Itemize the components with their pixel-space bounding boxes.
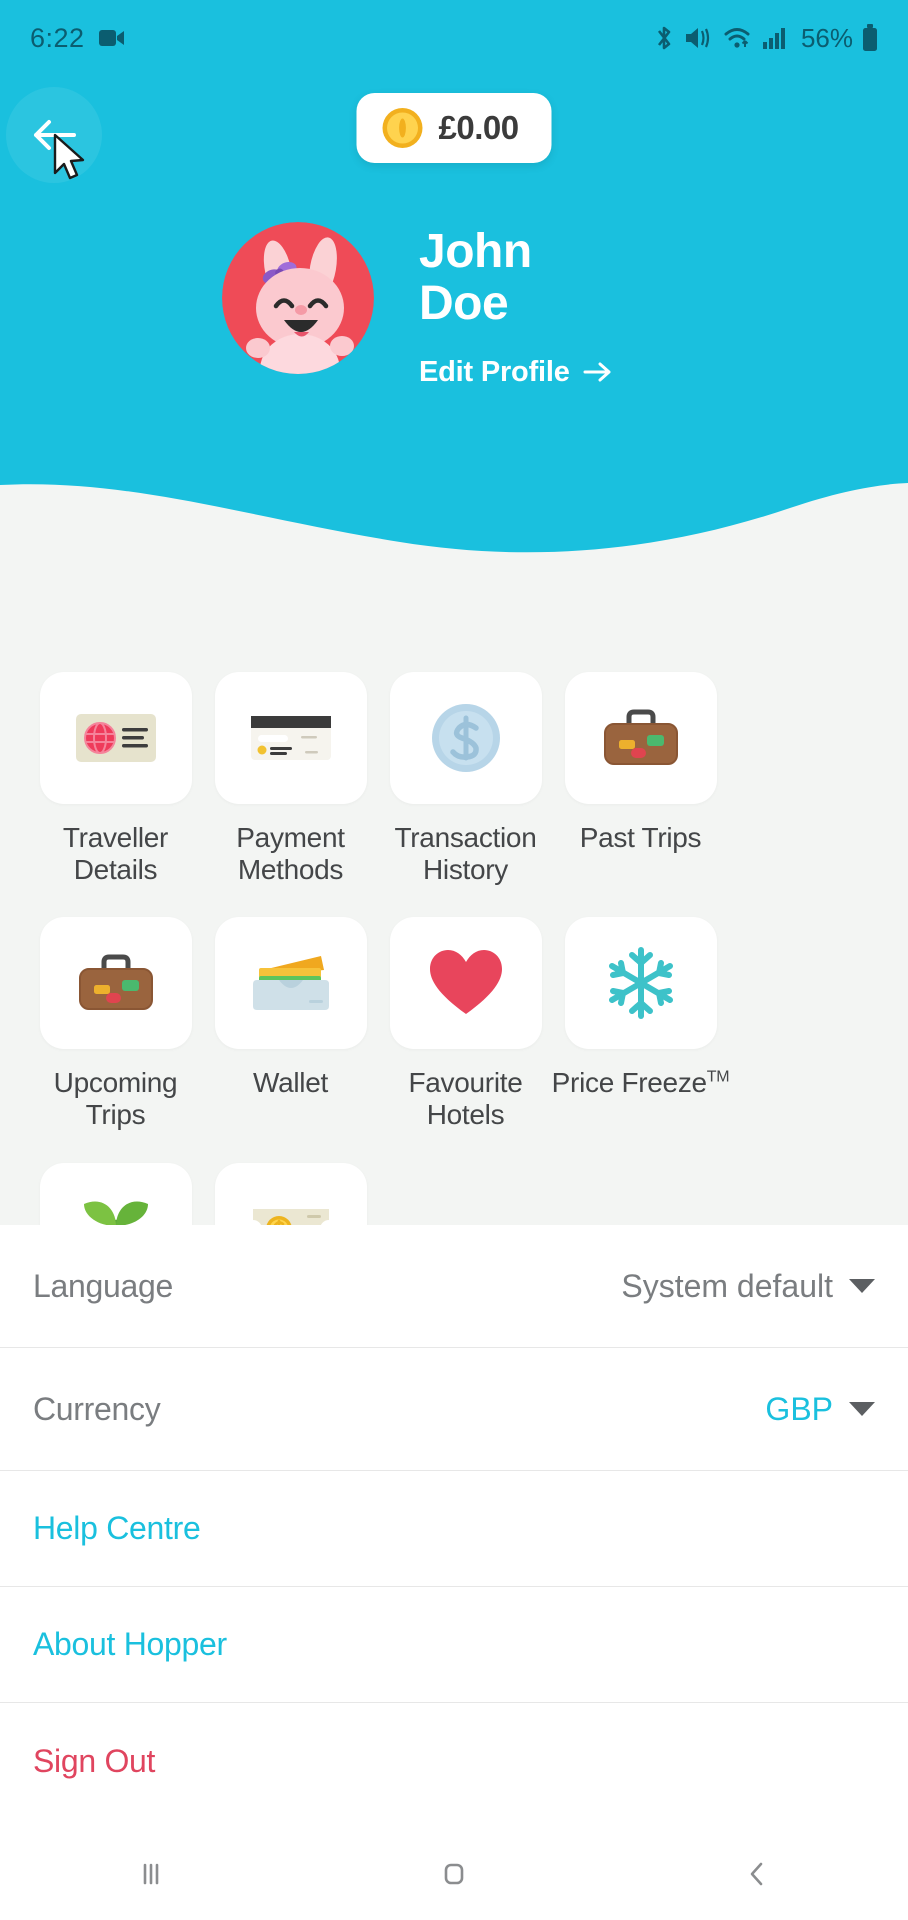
edit-profile-button[interactable]: Edit Profile (419, 356, 613, 389)
suitcase-icon (603, 709, 678, 765)
tile (389, 672, 542, 804)
currency-selector[interactable]: GBP (765, 1391, 875, 1428)
grid-item-past-trips[interactable]: Past Trips (553, 672, 728, 885)
grid-item-price-freeze[interactable]: Price FreezeTM (551, 917, 730, 1130)
wallet-balance-pill[interactable]: £0.00 (356, 93, 552, 163)
bunny-avatar (222, 222, 374, 374)
balance-amount: £0.00 (438, 109, 520, 146)
home-icon (444, 1863, 464, 1885)
arrow-right-icon (583, 362, 611, 382)
cellular-signal-icon (762, 28, 785, 49)
home-button[interactable] (399, 1828, 509, 1920)
tile (564, 672, 717, 804)
grid-item-label: Price FreezeTM (551, 1067, 730, 1099)
battery-icon (863, 24, 877, 51)
link-sign-out[interactable]: Sign Out (0, 1703, 908, 1819)
status-bar-left: 6:22 (30, 23, 125, 54)
grid-item-label: Traveller Details (62, 822, 169, 885)
grid-item-label: Favourite Hotels (408, 1067, 523, 1130)
grid-item-label: Payment Methods (236, 822, 345, 885)
snowflake-icon (608, 947, 673, 1020)
credit-card-icon (250, 716, 331, 760)
grid-item-transaction-history[interactable]: Transaction History (378, 672, 553, 885)
mouse-cursor (53, 133, 85, 180)
status-time: 6:22 (30, 22, 85, 53)
id-card-icon (75, 714, 156, 762)
grid-item-favourite-hotels[interactable]: Favourite Hotels (378, 917, 553, 1130)
grid-item-payment-methods[interactable]: Payment Methods (203, 672, 378, 885)
wifi-icon (724, 28, 750, 48)
bluetooth-icon (657, 26, 671, 50)
back-icon (750, 1862, 762, 1886)
link-label: Sign Out (33, 1742, 156, 1779)
link-help-centre[interactable]: Help Centre (0, 1471, 908, 1587)
profile-block: John Doe Edit Profile (0, 222, 908, 389)
dollar-coin-icon (431, 704, 500, 772)
avatar[interactable] (222, 222, 374, 374)
gold-coin-icon (382, 108, 423, 148)
chevron-down-icon (849, 1279, 875, 1293)
chevron-down-icon (849, 1402, 875, 1416)
settings-list: Language System default Currency GBP Hel… (0, 1225, 908, 1819)
suitcase-icon (78, 954, 153, 1011)
status-bar-right: 56% (653, 23, 878, 54)
grid-item-label: Wallet (253, 1067, 328, 1099)
row-label: Language (33, 1267, 173, 1304)
row-label: Currency (33, 1390, 161, 1427)
grid-item-traveller-details[interactable]: Traveller Details (28, 672, 203, 885)
profile-header: 6:22 56% £0.00 John Doe Edit Profile (0, 0, 908, 600)
wallet-icon (252, 956, 329, 1011)
trademark-symbol: TM (706, 1068, 730, 1086)
grid-item-label: Transaction History (394, 822, 537, 885)
link-label: About Hopper (33, 1626, 227, 1662)
battery-percent: 56% (800, 22, 853, 53)
edit-profile-label: Edit Profile (419, 355, 570, 388)
wave-divider (0, 483, 908, 600)
language-selector[interactable]: System default (621, 1268, 875, 1305)
row-value-text: System default (621, 1267, 833, 1304)
link-label: Help Centre (33, 1510, 201, 1546)
grid-item-upcoming-trips[interactable]: Upcoming Trips (28, 917, 203, 1130)
status-bar: 6:22 56% (0, 0, 908, 76)
row-value-text: GBP (765, 1390, 833, 1427)
grid-item-label: Past Trips (579, 822, 702, 853)
tile (214, 917, 367, 1050)
user-last-name: Doe (419, 276, 509, 330)
tile (389, 917, 542, 1050)
recents-icon (144, 1863, 159, 1885)
grid-item-wallet[interactable]: Wallet (203, 917, 378, 1130)
vibrate-icon (685, 28, 710, 48)
heart-icon (429, 950, 502, 1015)
settings-row-language[interactable]: Language System default (0, 1225, 908, 1348)
video-camera-icon (98, 30, 124, 46)
grid-item-label: Upcoming Trips (53, 1067, 178, 1130)
tile (39, 917, 192, 1050)
shortcut-grid-section: Traveller Details Payment Methods Transa… (0, 600, 908, 1375)
link-about-hopper[interactable]: About Hopper (0, 1587, 908, 1703)
profile-info: John Doe Edit Profile (419, 222, 613, 389)
settings-row-currency[interactable]: Currency GBP (0, 1348, 908, 1471)
recents-button[interactable] (96, 1828, 206, 1920)
back-button-nav[interactable] (702, 1828, 812, 1920)
android-navigation-bar (0, 1828, 908, 1920)
user-first-name: John (419, 225, 532, 278)
tile (214, 672, 367, 804)
tile (564, 917, 717, 1050)
tile (39, 672, 192, 804)
